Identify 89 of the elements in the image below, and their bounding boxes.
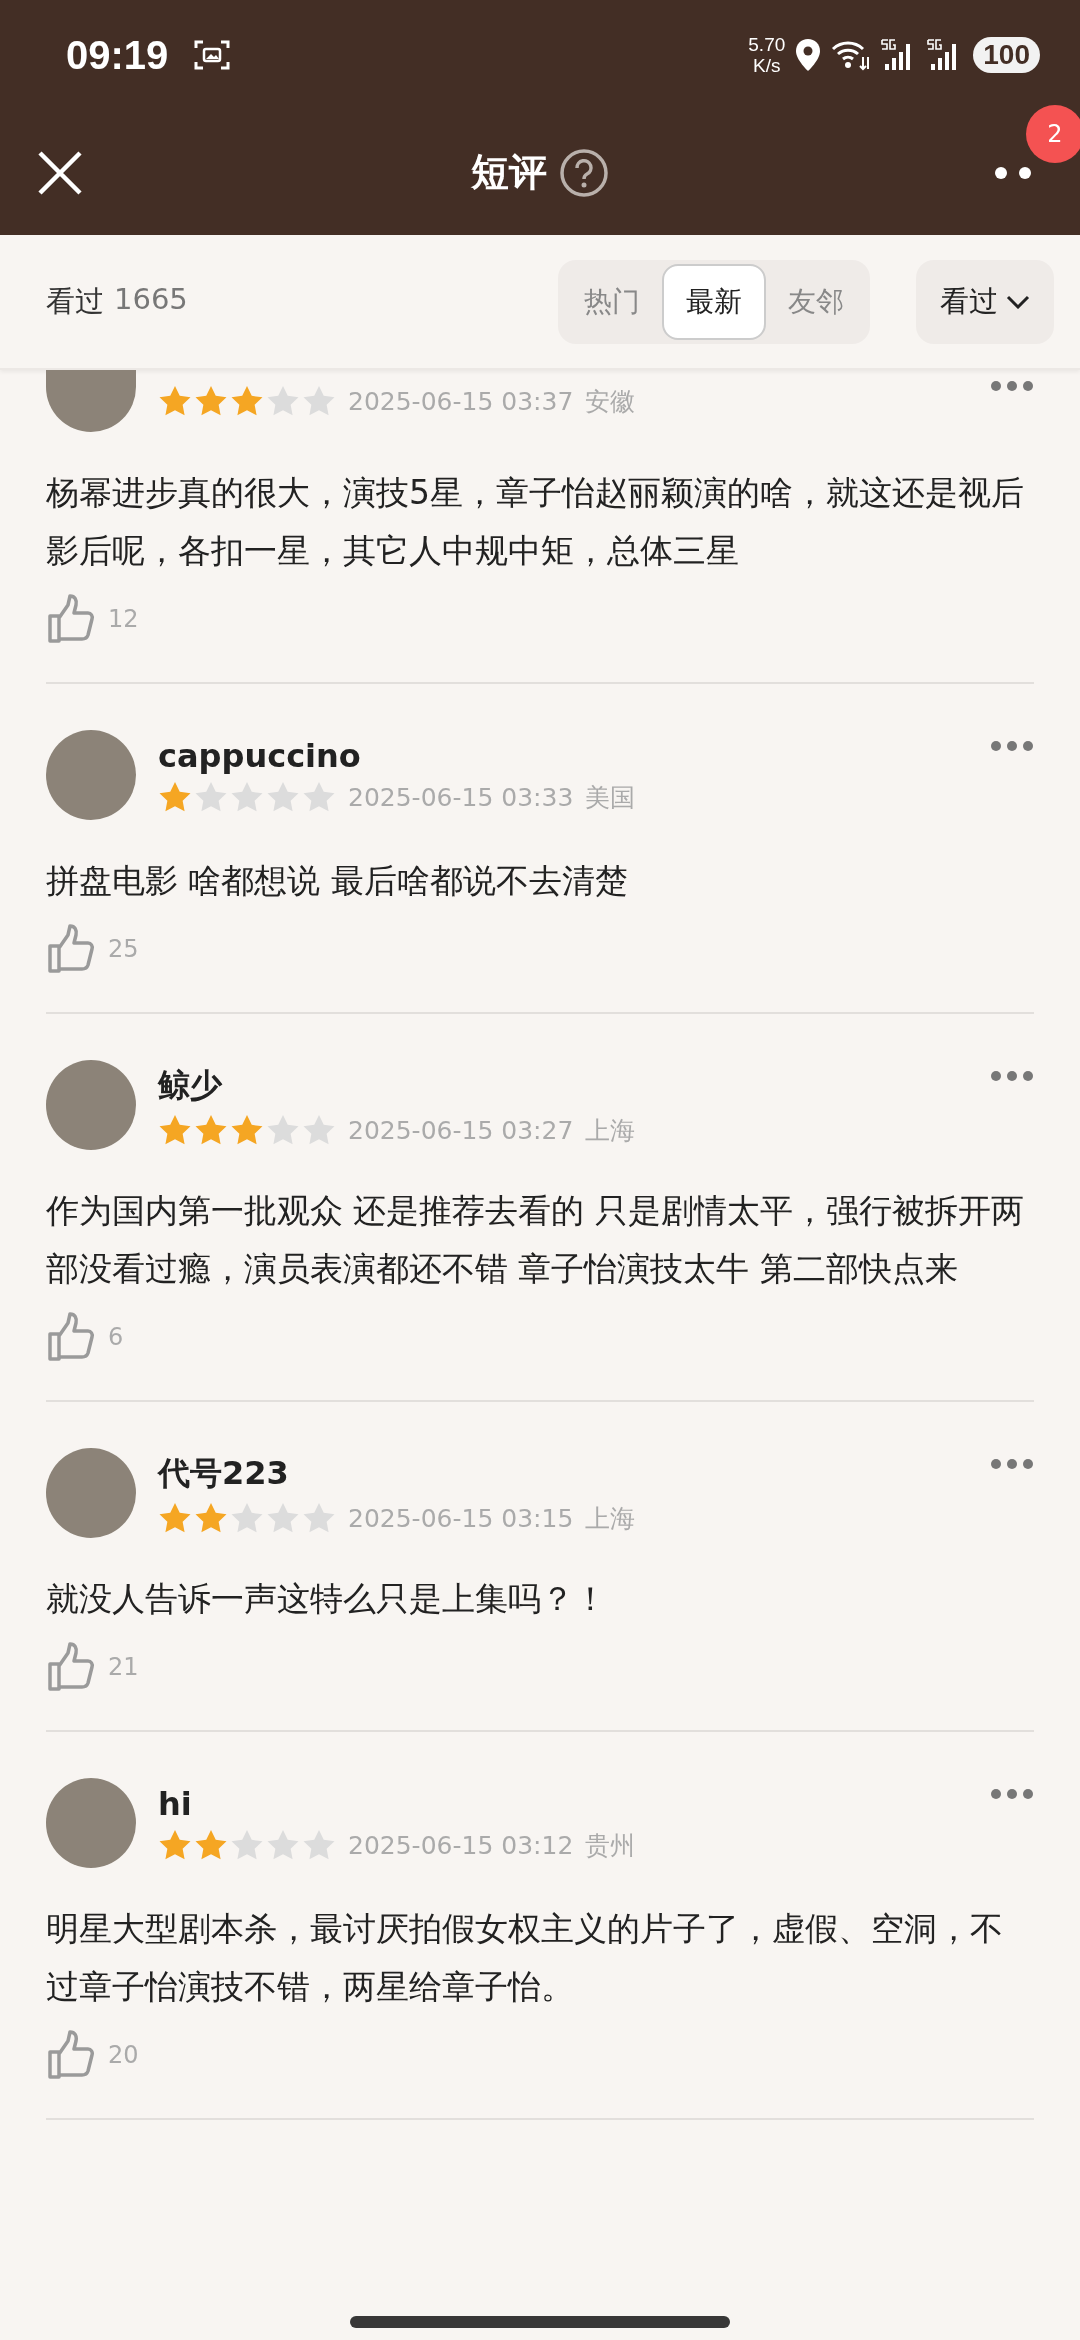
- star-icon: [230, 385, 264, 417]
- more-icon: [990, 1458, 1034, 1470]
- review-more-button[interactable]: [990, 1070, 1034, 1082]
- sort-tab[interactable]: 最新: [662, 263, 766, 340]
- review-location: 上海: [585, 1114, 636, 1147]
- like-count: 25: [108, 935, 139, 963]
- star-icon: [230, 1114, 264, 1146]
- more-icon: [990, 1788, 1034, 1800]
- status-time: 09:19: [66, 32, 169, 78]
- review-location: 上海: [585, 1502, 636, 1535]
- thumbs-up-icon: [46, 2030, 96, 2080]
- review-time: 2025-06-15 03:37: [348, 386, 574, 416]
- star-icon: [302, 1114, 336, 1146]
- like-count: 12: [108, 605, 139, 633]
- review-time: 2025-06-15 03:27: [348, 1115, 574, 1145]
- star-icon: [194, 1829, 228, 1861]
- star-icon: [302, 1502, 336, 1534]
- username[interactable]: hi: [158, 1784, 192, 1823]
- review-location: 安徽: [585, 385, 636, 418]
- thumbs-up-icon: [46, 1642, 96, 1692]
- star-icon: [266, 1502, 300, 1534]
- review-time: 2025-06-15 03:33: [348, 782, 574, 812]
- watched-count: 1665: [114, 281, 188, 318]
- review-more-button[interactable]: [990, 380, 1034, 392]
- notification-badge: 2: [1026, 104, 1080, 163]
- star-icon: [194, 385, 228, 417]
- network-speed-unit: K/s: [753, 55, 781, 76]
- star-icon: [230, 781, 264, 813]
- thumbs-up-icon: [46, 1312, 96, 1362]
- chevron-down-icon: [1006, 294, 1030, 309]
- review-location: 美国: [585, 781, 636, 814]
- review-location: 贵州: [585, 1829, 636, 1862]
- star-icon: [158, 1502, 192, 1534]
- star-icon: [230, 1502, 264, 1534]
- network-speed-value: 5.70: [748, 34, 786, 55]
- like-button[interactable]: [46, 2030, 96, 2080]
- review-text: 杨幂进步真的很大，演技5星，章子怡赵丽颖演的啥，就这还是视后影后呢，各扣一星，其它人中规中矩，总体三星: [46, 472, 1025, 572]
- more-icon: [990, 740, 1034, 752]
- screenshot-icon: [194, 39, 231, 71]
- review-time: 2025-06-15 03:12: [348, 1830, 574, 1860]
- star-icon: [230, 1829, 264, 1861]
- thumbs-up-icon: [46, 924, 96, 974]
- review-time: 2025-06-15 03:15: [348, 1503, 574, 1533]
- help-icon: [559, 147, 609, 198]
- star-icon: [266, 1829, 300, 1861]
- more-icon: [990, 1070, 1034, 1082]
- star-icon: [194, 1114, 228, 1146]
- review-text: 作为国内第一批观众 还是推荐去看的 只是剧情太平，强行被拆开两部没看过瘾，演员表演都还不错 章子怡演技太牛 第二部快点来: [46, 1190, 1025, 1290]
- star-icon: [266, 1114, 300, 1146]
- review-more-button[interactable]: [990, 740, 1034, 752]
- like-button[interactable]: [46, 924, 96, 974]
- like-button[interactable]: [46, 1312, 96, 1362]
- like-button[interactable]: [46, 594, 96, 644]
- close-button[interactable]: [36, 148, 84, 197]
- like-count: 6: [108, 1323, 124, 1351]
- watched-label: 看过: [46, 282, 104, 320]
- star-icon: [266, 781, 300, 813]
- like-button[interactable]: [46, 1642, 96, 1692]
- star-icon: [158, 385, 192, 417]
- review-more-button[interactable]: [990, 1788, 1034, 1800]
- page-title: 短评: [471, 149, 547, 196]
- username[interactable]: 鲸少: [158, 1063, 222, 1108]
- user-avatar[interactable]: [46, 370, 136, 432]
- more-icon: [994, 165, 1034, 180]
- review-more-button[interactable]: [990, 1458, 1034, 1470]
- more-icon: [990, 380, 1034, 392]
- wifi-icon: [831, 39, 872, 71]
- help-button[interactable]: [559, 147, 609, 198]
- star-icon: [302, 1829, 336, 1861]
- like-count: 20: [108, 2041, 139, 2069]
- battery-level: 100: [973, 37, 1040, 73]
- star-icon: [158, 1114, 192, 1146]
- status-dropdown[interactable]: 看过: [916, 259, 1054, 344]
- star-icon: [302, 385, 336, 417]
- star-icon: [158, 781, 192, 813]
- star-icon: [158, 1829, 192, 1861]
- close-icon: [36, 148, 84, 197]
- review-text: 就没人告诉一声这特么只是上集吗？！: [46, 1578, 608, 1620]
- review-text: 拼盘电影 啥都想说 最后啥都说不去清楚: [46, 860, 629, 902]
- username[interactable]: 代号223: [158, 1451, 289, 1496]
- username[interactable]: cappuccino: [158, 736, 361, 775]
- star-icon: [194, 781, 228, 813]
- star-icon: [194, 1502, 228, 1534]
- location-icon: [795, 38, 822, 72]
- like-count: 21: [108, 1653, 139, 1681]
- star-icon: [266, 385, 300, 417]
- thumbs-up-icon: [46, 594, 96, 644]
- star-icon: [302, 781, 336, 813]
- review-text: 明星大型剧本杀，最讨厌拍假女权主义的片子了，虚假、空洞，不过章子怡演技不错，两星给章子怡。: [46, 1908, 1004, 2008]
